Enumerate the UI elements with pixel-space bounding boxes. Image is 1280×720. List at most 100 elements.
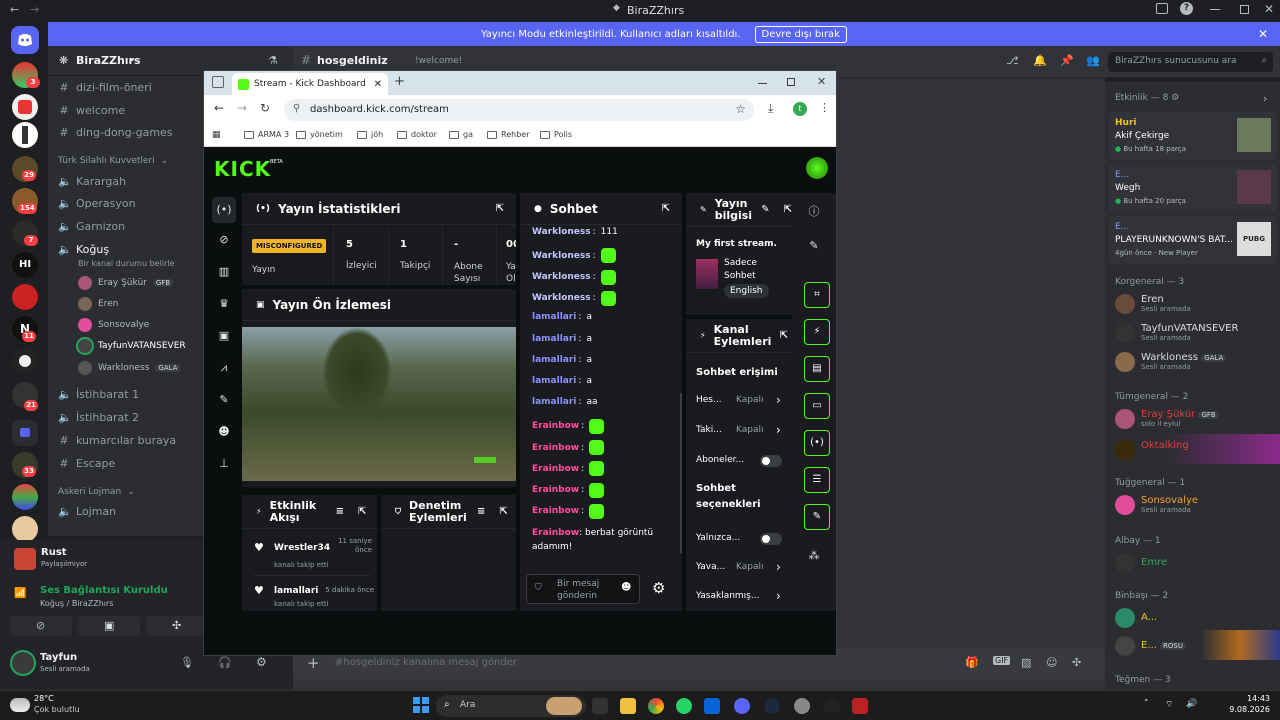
category-lojman[interactable]: Askeri Lojman ⌄	[58, 487, 135, 497]
bank-icon[interactable]: ⊥	[216, 457, 232, 473]
wifi-icon[interactable]: ⌔	[1165, 699, 1173, 710]
trophy-icon[interactable]: ♛	[216, 297, 232, 313]
weather-icon[interactable]	[10, 698, 30, 712]
outlook-icon[interactable]	[704, 698, 720, 714]
windows-start-icon[interactable]	[413, 697, 429, 713]
voice-channel-lojman[interactable]: 🔈 Lojman	[58, 505, 116, 518]
chat-message[interactable]: Warkloness:	[532, 248, 616, 264]
emote-icon[interactable]	[589, 418, 605, 434]
tray-chevron-icon[interactable]: ˄	[1144, 699, 1149, 709]
chat-username[interactable]: Erainbow	[532, 443, 579, 453]
chat-message[interactable]: Erainbow:	[532, 418, 605, 434]
voice-connected-channel[interactable]: Koğuş / BiraZZhırs	[40, 599, 113, 608]
voice-channel-istihbarat1[interactable]: 🔈 İstihbarat 1	[58, 388, 139, 401]
members-icon[interactable]: 👥	[1086, 54, 1100, 67]
member[interactable]: Eren Sesli aramada	[1115, 294, 1191, 314]
threads-icon[interactable]: ⚗	[268, 54, 278, 67]
plus-icon[interactable]: +	[307, 654, 320, 672]
voice-channel-istihbarat2[interactable]: 🔈 İstihbarat 2	[58, 411, 139, 424]
bookmark[interactable]: ARMA 3	[244, 130, 289, 139]
member[interactable]: Emre	[1115, 553, 1167, 573]
setting-row[interactable]: Yalnızca...	[696, 533, 786, 547]
member[interactable]: Sonsovalye Sesli aramada	[1115, 495, 1198, 515]
bookmark[interactable]: yönetim	[296, 130, 343, 139]
chat-message[interactable]: lamallari: a	[532, 376, 592, 386]
notes-button[interactable]: ▤	[804, 356, 830, 382]
chat-message[interactable]: Erainbow:	[532, 440, 605, 455]
setting-row[interactable]: Aboneler...	[696, 455, 786, 469]
threads-icon[interactable]: ⎇	[1006, 54, 1019, 67]
filter-icon[interactable]: ≡	[477, 506, 485, 517]
popout-icon[interactable]: ⇱	[662, 203, 670, 214]
stream-nav-icon[interactable]: (•)	[212, 197, 236, 223]
bookmark[interactable]: Rehber	[487, 130, 529, 139]
profile-avatar[interactable]: t	[793, 102, 807, 116]
apps-grid-icon[interactable]: ▦	[212, 130, 221, 140]
settings-gear-icon[interactable]: ⚙	[256, 655, 267, 669]
popout-icon[interactable]: ⇱	[496, 203, 504, 214]
minimize-icon[interactable]	[758, 83, 767, 84]
voice-user[interactable]: Sonsovalye	[78, 318, 149, 332]
star-icon[interactable]: ☆	[735, 102, 746, 116]
profile-avatar[interactable]	[806, 157, 828, 179]
download-icon[interactable]: ⤓	[768, 101, 773, 116]
chat-username[interactable]: Warkloness	[532, 293, 591, 303]
voice-user[interactable]: Eren	[78, 297, 118, 311]
setting-row[interactable]: Hes... Kapalı ›	[696, 393, 786, 409]
taskbar-search[interactable]: ⌕ Ara	[436, 695, 586, 717]
share-icon[interactable]: ⁂	[806, 549, 822, 565]
chat-username[interactable]: lamallari	[532, 334, 576, 344]
popout-icon[interactable]: ⇱	[499, 506, 507, 517]
chat-username[interactable]: Erainbow	[532, 506, 579, 516]
event-card[interactable]: E... Wegh ● Bu hafta 20 parça	[1109, 164, 1277, 212]
chat-username[interactable]: lamallari	[532, 376, 576, 386]
maximize-icon[interactable]	[787, 78, 795, 86]
back-icon[interactable]: ←	[214, 101, 224, 115]
emoji-icon[interactable]: ☺	[1046, 656, 1057, 669]
chat-message[interactable]: lamallari: a	[532, 334, 592, 344]
moderation-button[interactable]: ☰	[804, 467, 830, 493]
server-icon-2[interactable]	[12, 94, 38, 120]
chat-input[interactable]: ⛉ Bir mesaj gönderin ☻	[526, 574, 640, 604]
chat-username[interactable]: lamallari	[532, 355, 576, 365]
channel-kumarcilar[interactable]: # kumarcılar buraya	[58, 434, 176, 447]
member[interactable]: A...	[1115, 608, 1157, 628]
voice-user[interactable]: Eray Şükür GFB	[78, 276, 174, 290]
member[interactable]: Oktalking	[1115, 440, 1189, 460]
chat-username[interactable]: Erainbow	[532, 421, 579, 431]
minimize-icon[interactable]	[1210, 9, 1220, 10]
link-icon[interactable]: ⊘	[216, 233, 232, 249]
edit-pencil-icon[interactable]: ✎	[761, 204, 769, 215]
event-card[interactable]: E... PLAYERUNKNOWN'S BAT... 4gün önce · …	[1109, 216, 1277, 264]
event-card[interactable]: Huri Akif Çekirge ● Bu hafta 18 parça	[1109, 112, 1277, 160]
emote-icon[interactable]	[600, 269, 616, 285]
reload-icon[interactable]: ↻	[260, 101, 270, 115]
setting-row[interactable]: Yasaklanmış... ›	[696, 589, 786, 605]
tools-button[interactable]: ✎	[804, 504, 830, 530]
chat-message[interactable]: lamallari: aa	[532, 397, 597, 407]
wrench-icon[interactable]: ✎	[216, 393, 232, 409]
voice-user[interactable]: Warkloness GALA	[78, 361, 181, 375]
camera-button[interactable]: ⊘	[10, 616, 72, 636]
tab-search-icon[interactable]	[212, 76, 224, 88]
voice-channel-karargah[interactable]: 🔈 Karargah	[58, 175, 126, 188]
server-icon-7[interactable]: HI	[12, 252, 38, 278]
headphones-icon[interactable]: 🎧	[218, 656, 232, 669]
chat-username[interactable]: Erainbow	[532, 528, 579, 538]
chart-icon[interactable]: ⩘	[216, 361, 232, 377]
clock-time[interactable]: 14:43	[1234, 694, 1270, 703]
chat-settings-gear-icon[interactable]: ⚙	[652, 579, 665, 597]
setting-row[interactable]: Taki... Kapalı ›	[696, 423, 786, 439]
forward-arrow-icon[interactable]: →	[30, 3, 39, 16]
file-explorer-icon[interactable]	[620, 698, 636, 714]
category-tsk[interactable]: Türk Silahlı Kuvvetleri ⌄	[58, 156, 168, 166]
url-bar[interactable]: ⚲ dashboard.kick.com/stream ☆	[284, 99, 754, 121]
member[interactable]: Eray Şükür GFB solo il eylul	[1115, 409, 1219, 429]
toggle-switch[interactable]	[760, 533, 782, 545]
app-icon[interactable]	[852, 698, 868, 714]
pencil-icon[interactable]: ✎	[806, 239, 822, 255]
clock-date[interactable]: 9.08.2026	[1224, 705, 1270, 714]
browser-tab[interactable]: Stream - Kick Dashboard ✕	[232, 73, 388, 95]
activities-button[interactable]: ✣	[146, 616, 208, 636]
scrollbar[interactable]	[680, 393, 682, 553]
